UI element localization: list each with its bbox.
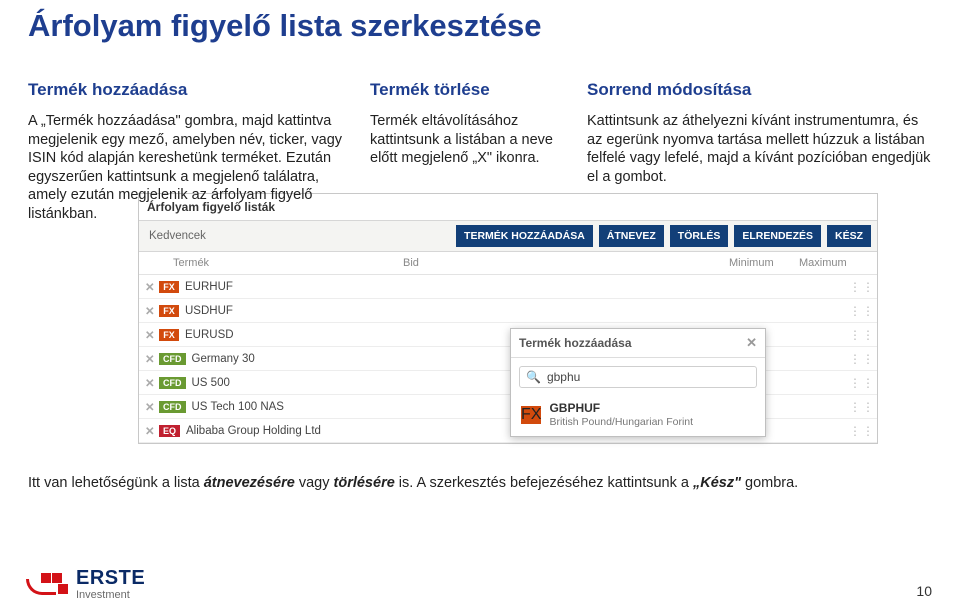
drag-handle-icon[interactable]: ⋮⋮ <box>849 280 869 294</box>
result-tag: FX <box>521 406 541 424</box>
drag-handle-icon[interactable]: ⋮⋮ <box>849 376 869 390</box>
drag-handle-icon[interactable]: ⋮⋮ <box>849 328 869 342</box>
col-header-product: Termék <box>143 257 403 269</box>
popup-search[interactable]: 🔍 <box>519 366 757 388</box>
drag-handle-icon[interactable]: ⋮⋮ <box>849 400 869 414</box>
watchlist-column-headers: Termék Bid Minimum Maximum <box>139 252 877 275</box>
drag-handle-icon[interactable]: ⋮⋮ <box>849 352 869 366</box>
search-icon: 🔍 <box>526 370 541 384</box>
col-order-body: Kattintsunk az áthelyezni kívánt instrum… <box>587 112 932 186</box>
watchlist-screenshot: Árfolyam figyelő listák Kedvencek TERMÉK… <box>138 193 878 444</box>
result-desc: British Pound/Hungarian Forint <box>549 416 693 428</box>
table-row[interactable]: ✕FX EURHUF⋮⋮ <box>139 275 877 299</box>
brand-name: ERSTE <box>76 568 145 588</box>
col-header-min: Minimum <box>729 257 799 269</box>
add-product-button[interactable]: TERMÉK HOZZÁADÁSA <box>456 225 593 247</box>
remove-row-icon[interactable]: ✕ <box>145 328 159 342</box>
col-header-bid: Bid <box>403 257 729 269</box>
arrange-button[interactable]: ELRENDEZÉS <box>734 225 821 247</box>
popup-result-row[interactable]: FX GBPHUF British Pound/Hungarian Forint <box>511 396 765 436</box>
done-button[interactable]: KÉSZ <box>827 225 871 247</box>
popup-search-input[interactable] <box>547 370 750 384</box>
add-product-popup: Termék hozzáadása ✕ 🔍 FX GBPHUF British … <box>510 328 766 437</box>
asset-type-tag: CFD <box>159 377 186 389</box>
footnote: Itt van lehetőségünk a lista átnevezésér… <box>28 474 928 493</box>
remove-row-icon[interactable]: ✕ <box>145 280 159 294</box>
remove-row-icon[interactable]: ✕ <box>145 304 159 318</box>
instrument-name: USDHUF <box>185 305 849 317</box>
col-del: Termék törlése Termék eltávolításához ka… <box>370 80 565 223</box>
brand-logo: ERSTE Investment <box>28 568 145 601</box>
result-symbol: GBPHUF <box>549 402 693 416</box>
table-row[interactable]: ✕FX USDHUF⋮⋮ <box>139 299 877 323</box>
popup-title: Termék hozzáadása <box>519 336 746 350</box>
remove-row-icon[interactable]: ✕ <box>145 352 159 366</box>
watchlist-tab-favorites[interactable]: Kedvencek <box>139 224 216 248</box>
table-row[interactable]: ✕CFDGermany 30⋮⋮ <box>139 347 877 371</box>
page-title: Árfolyam figyelő lista szerkesztése <box>28 8 932 44</box>
col-order: Sorrend módosítása Kattintsunk az áthely… <box>587 80 932 223</box>
popup-close-icon[interactable]: ✕ <box>746 335 757 351</box>
asset-type-tag: EQ <box>159 425 180 437</box>
page-number: 10 <box>916 583 932 599</box>
col-order-heading: Sorrend módosítása <box>587 80 932 100</box>
remove-row-icon[interactable]: ✕ <box>145 400 159 414</box>
rename-button[interactable]: ÁTNEVEZ <box>599 225 664 247</box>
drag-handle-icon[interactable]: ⋮⋮ <box>849 304 869 318</box>
col-add-heading: Termék hozzáadása <box>28 80 348 100</box>
table-row[interactable]: ✕FXEURUSD⋮⋮ <box>139 323 877 347</box>
remove-row-icon[interactable]: ✕ <box>145 424 159 438</box>
asset-type-tag: CFD <box>159 401 186 413</box>
col-del-body: Termék eltávolításához kattintsunk a lis… <box>370 112 565 168</box>
asset-type-tag: FX <box>159 329 179 341</box>
watchlist-toolbar: Kedvencek TERMÉK HOZZÁADÁSA ÁTNEVEZ TÖRL… <box>139 221 877 252</box>
erste-logo-icon <box>28 573 68 597</box>
delete-button[interactable]: TÖRLÉS <box>670 225 729 247</box>
table-row[interactable]: ✕CFDUS Tech 100 NAS⋮⋮ <box>139 395 877 419</box>
brand-sub: Investment <box>76 590 145 601</box>
col-header-max: Maximum <box>799 257 869 269</box>
asset-type-tag: FX <box>159 281 179 293</box>
table-row[interactable]: ✕EQAlibaba Group Holding Ltd⋮⋮ <box>139 419 877 443</box>
remove-row-icon[interactable]: ✕ <box>145 376 159 390</box>
drag-handle-icon[interactable]: ⋮⋮ <box>849 424 869 438</box>
asset-type-tag: FX <box>159 305 179 317</box>
col-del-heading: Termék törlése <box>370 80 565 100</box>
instrument-name: EURHUF <box>185 281 849 293</box>
asset-type-tag: CFD <box>159 353 186 365</box>
table-row[interactable]: ✕CFDUS 500⋮⋮ <box>139 371 877 395</box>
